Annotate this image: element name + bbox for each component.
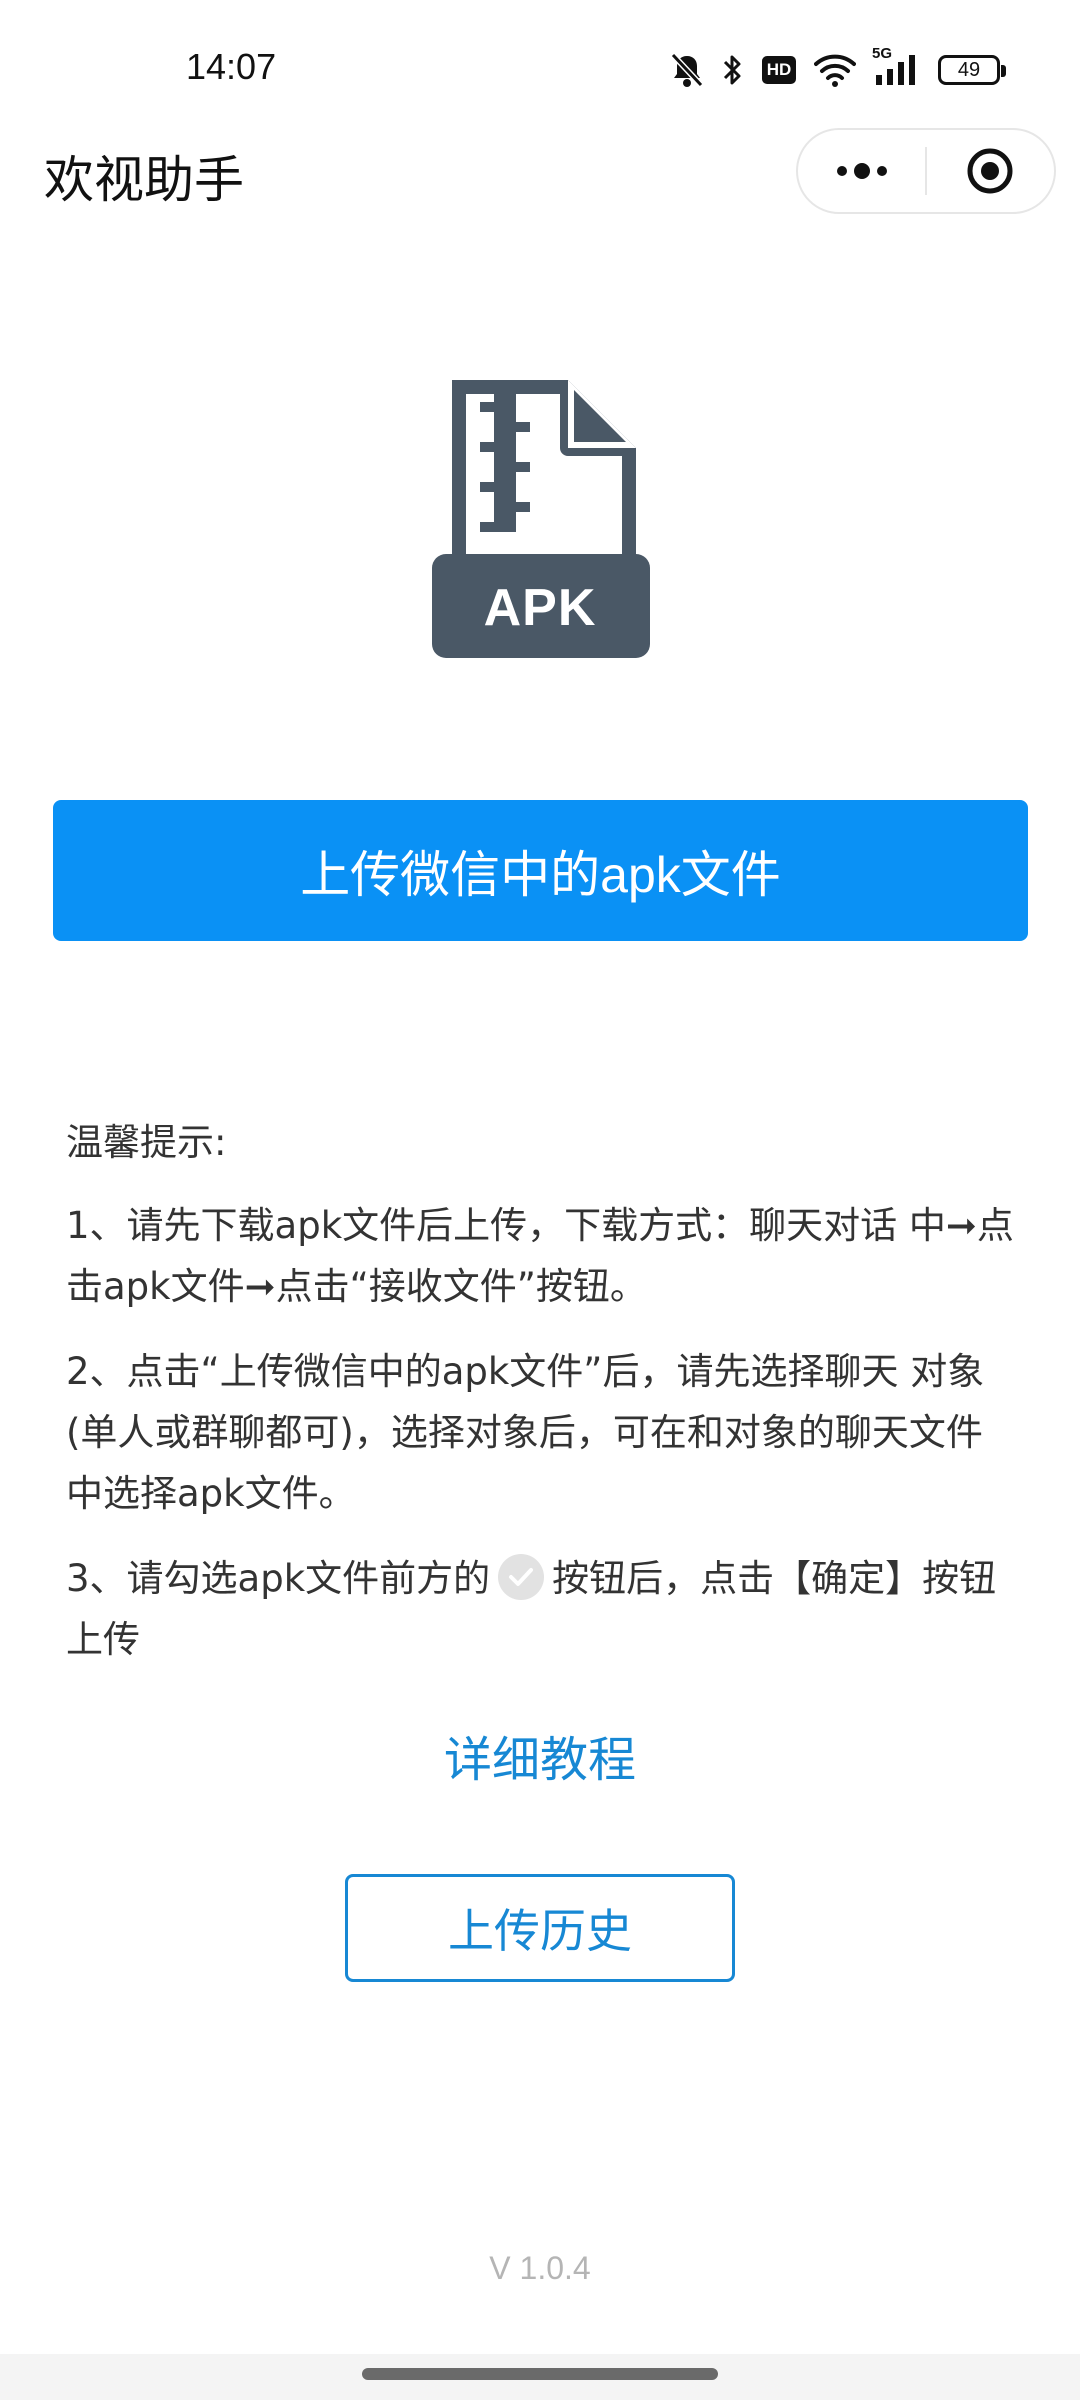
page-title: 欢视助手: [44, 151, 244, 209]
status-icons: HD 5G 49: [670, 45, 1006, 90]
bell-muted-icon: [670, 52, 704, 88]
tip-item-3: 3、请勾选apk文件前方的 按钮后，点击【确定】按钮上传: [66, 1548, 1016, 1670]
mini-program-capsule: [796, 128, 1056, 214]
close-button[interactable]: [927, 130, 1054, 212]
home-indicator[interactable]: [362, 2368, 718, 2380]
apk-file-icon: APK: [430, 378, 650, 658]
network-type: 5G: [872, 45, 893, 62]
upload-history-button[interactable]: 上传历史: [345, 1874, 735, 1982]
status-time: 14:07: [186, 46, 277, 87]
version-label: V 1.0.4: [489, 2250, 591, 2286]
app-page: 14:07 HD 5G 49 欢视助手 APK 上传微信中的apk文件 温馨提示…: [0, 0, 1080, 2400]
status-bar: 14:07 HD 5G 49: [0, 0, 1080, 130]
hd-badge: HD: [762, 56, 796, 84]
battery-indicator: 49: [938, 55, 1006, 85]
wifi-icon: [814, 53, 856, 87]
more-dots-icon: [836, 163, 887, 179]
tips-section: 温馨提示: 1、请先下载apk文件后上传，下载方式：聊天对话 中➞点击apk文件…: [66, 1112, 1016, 1694]
upload-apk-button[interactable]: 上传微信中的apk文件: [53, 800, 1028, 941]
tip-item-1: 1、请先下载apk文件后上传，下载方式：聊天对话 中➞点击apk文件➞点击“接收…: [66, 1204, 1014, 1308]
more-button[interactable]: [798, 130, 925, 212]
tips-title: 温馨提示:: [66, 1121, 227, 1164]
check-circle-icon: [498, 1553, 545, 1600]
tutorial-link[interactable]: 详细教程: [0, 1720, 1080, 1790]
bluetooth-icon: [722, 52, 744, 88]
tip-item-3-before: 3、请勾选apk文件前方的: [66, 1557, 491, 1600]
target-circle-icon: [967, 148, 1013, 194]
apk-label: APK: [483, 579, 597, 637]
cellular-signal-icon: 5G: [872, 45, 920, 87]
tip-item-2: 2、点击“上传微信中的apk文件”后，请先选择聊天 对象(单人或群聊都可)，选择…: [66, 1350, 985, 1515]
